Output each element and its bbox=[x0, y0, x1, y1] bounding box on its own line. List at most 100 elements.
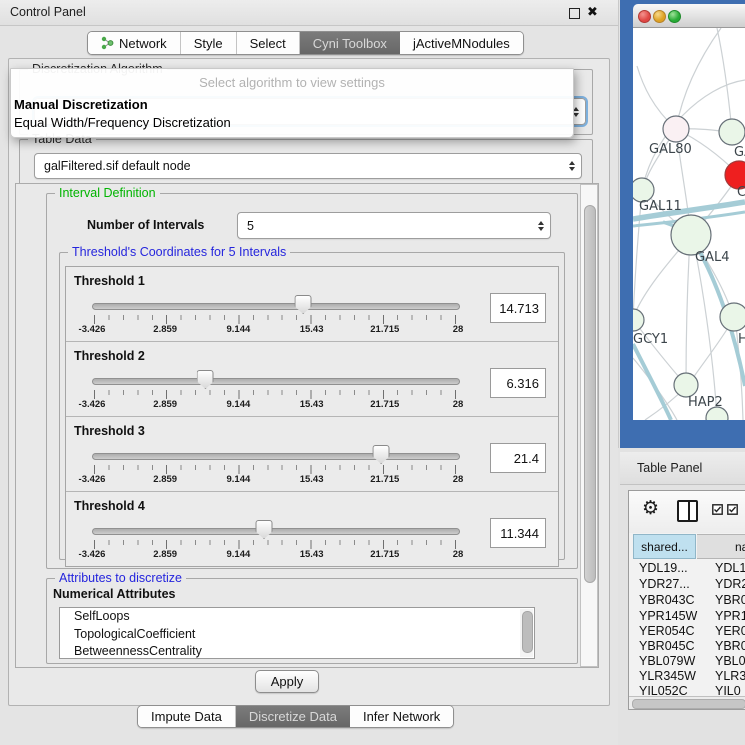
cell[interactable]: YDL1 bbox=[715, 561, 745, 575]
list-item[interactable]: BetweennessCentrality bbox=[60, 643, 534, 659]
group-label: Threshold's Coordinates for 5 Intervals bbox=[68, 245, 290, 259]
slider-thumb[interactable] bbox=[197, 370, 214, 389]
tab-infer-network[interactable]: Infer Network bbox=[350, 706, 453, 727]
cell[interactable]: YIL052C bbox=[639, 684, 688, 695]
table-row[interactable]: YDR27... YDR2 bbox=[633, 577, 745, 593]
apply-button[interactable]: Apply bbox=[255, 670, 319, 693]
cell[interactable]: YLR345W bbox=[639, 669, 696, 683]
table-row[interactable]: YDL19... YDL1 bbox=[633, 561, 745, 577]
checkbox-icon[interactable] bbox=[712, 504, 723, 515]
cell[interactable]: YPR145W bbox=[639, 609, 697, 623]
algorithm-dropdown-popup: Select algorithm to view settings Manual… bbox=[10, 68, 574, 138]
num-intervals-combobox[interactable]: 5 bbox=[237, 212, 551, 239]
threshold-value-field[interactable]: 11.344 bbox=[490, 518, 546, 548]
list-item[interactable]: SelfLoops bbox=[60, 608, 534, 626]
tab-style[interactable]: Style bbox=[181, 32, 237, 54]
table-row[interactable]: YBL079W YBL0 bbox=[633, 654, 745, 670]
slider-major-ticks bbox=[94, 390, 456, 399]
cell[interactable]: YDR2 bbox=[715, 577, 745, 591]
node-label: GAL11 bbox=[639, 199, 682, 214]
list-item[interactable]: TopologicalCoefficient bbox=[60, 626, 534, 644]
network-window-titlebar[interactable] bbox=[633, 4, 745, 28]
cell[interactable]: YDR27... bbox=[639, 577, 690, 591]
tab-discretize-data[interactable]: Discretize Data bbox=[236, 706, 350, 727]
cell[interactable]: YBR045C bbox=[639, 639, 695, 653]
cell[interactable]: YLR3 bbox=[715, 669, 745, 683]
dropdown-item-placeholder[interactable]: Select algorithm to view settings bbox=[11, 69, 573, 96]
scrollbar-thumb[interactable] bbox=[584, 205, 596, 583]
tab-cyni-toolbox[interactable]: Cyni Toolbox bbox=[300, 32, 400, 54]
slider-thumb[interactable] bbox=[256, 520, 273, 539]
tab-select[interactable]: Select bbox=[237, 32, 300, 54]
cell[interactable]: YIL0 bbox=[715, 684, 741, 695]
slider-thumb[interactable] bbox=[373, 445, 390, 464]
cell[interactable]: YDL19... bbox=[639, 561, 688, 575]
table-row[interactable]: YER054C YER0 bbox=[633, 624, 745, 640]
cell[interactable]: YER054C bbox=[639, 624, 695, 638]
node-gcy1[interactable] bbox=[633, 309, 644, 331]
dropdown-item-equal-width-frequency[interactable]: Equal Width/Frequency Discretization bbox=[11, 114, 573, 132]
threshold-value-field[interactable]: 14.713 bbox=[490, 293, 546, 323]
tab-network[interactable]: Network bbox=[88, 32, 181, 54]
node-hap2[interactable] bbox=[674, 373, 698, 397]
table-row[interactable]: YBR045C YBR0 bbox=[633, 639, 745, 655]
table-row[interactable]: YBR043C YBR0 bbox=[633, 593, 745, 609]
cell[interactable]: YPR1 bbox=[715, 609, 745, 623]
column-header-name[interactable]: na bbox=[697, 534, 745, 559]
float-window-icon[interactable] bbox=[569, 8, 580, 19]
cell[interactable]: YER0 bbox=[715, 624, 745, 638]
threshold-slider[interactable]: -3.426 2.859 9.144 15.43 21.715 28 bbox=[92, 518, 458, 562]
checkbox-icon[interactable] bbox=[727, 504, 738, 515]
tick-label: 2.859 bbox=[153, 399, 177, 410]
threshold-slider[interactable]: -3.426 2.859 9.144 15.43 21.715 28 bbox=[92, 368, 458, 412]
tick-label: 9.144 bbox=[227, 549, 251, 560]
node-label: HAP2 bbox=[688, 395, 723, 410]
cell[interactable]: YBL0 bbox=[715, 654, 745, 668]
slider-thumb[interactable] bbox=[295, 295, 312, 314]
thresholds-container: Threshold 1 -3.426 2.859 9.144 bbox=[65, 266, 559, 567]
window-title: Control Panel bbox=[10, 5, 86, 19]
list-scrollbar[interactable] bbox=[520, 609, 533, 657]
cell[interactable]: YBR043C bbox=[639, 593, 695, 607]
zoom-traffic-light[interactable] bbox=[668, 10, 681, 23]
numerical-attributes-label: Numerical Attributes bbox=[53, 587, 175, 601]
network-canvas[interactable]: GAL80 GA C GAL11 GAL4 GCY1 H HAP2 bbox=[633, 28, 745, 420]
cyni-bottom-tabs: Impute Data Discretize Data Infer Networ… bbox=[137, 705, 454, 728]
cell[interactable]: YBR0 bbox=[715, 639, 745, 653]
dropdown-item-manual-discretization[interactable]: Manual Discretization bbox=[11, 96, 573, 114]
column-header-shared-name[interactable]: shared... bbox=[633, 534, 696, 559]
slider-track[interactable] bbox=[92, 378, 460, 385]
table-row[interactable]: YLR345W YLR3 bbox=[633, 669, 745, 685]
cell[interactable]: YBL079W bbox=[639, 654, 695, 668]
threshold-value-field[interactable]: 6.316 bbox=[490, 368, 546, 398]
slider-track[interactable] bbox=[92, 528, 460, 535]
close-traffic-light[interactable] bbox=[638, 10, 651, 23]
tab-jactivemnodules[interactable]: jActiveMNodules bbox=[400, 32, 523, 54]
thresholds-group: Threshold's Coordinates for 5 Intervals … bbox=[59, 252, 565, 560]
network-view-window[interactable]: GAL80 GA C GAL11 GAL4 GCY1 H HAP2 bbox=[633, 4, 745, 420]
table-data-combobox[interactable]: galFiltered.sif default node bbox=[34, 153, 582, 179]
table-horizontal-scrollbar[interactable] bbox=[629, 696, 745, 709]
numerical-attributes-list[interactable]: SelfLoops TopologicalCoefficient Between… bbox=[59, 607, 535, 659]
threshold-slider[interactable]: -3.426 2.859 9.144 15.43 21.715 28 bbox=[92, 293, 458, 337]
column-selector-icon[interactable] bbox=[677, 500, 698, 522]
node-gal80[interactable] bbox=[663, 116, 689, 142]
close-icon[interactable]: ✖ bbox=[587, 4, 598, 20]
slider-track[interactable] bbox=[92, 453, 460, 460]
control-panel-titlebar: Control Panel ✖ bbox=[0, 0, 618, 26]
tab-impute-data[interactable]: Impute Data bbox=[138, 706, 236, 727]
threshold-value-field[interactable]: 21.4 bbox=[490, 443, 546, 473]
table-row[interactable]: YPR145W YPR1 bbox=[633, 609, 745, 625]
gear-icon[interactable]: ⚙ bbox=[642, 497, 659, 520]
node-gal4[interactable] bbox=[671, 215, 711, 255]
table-row[interactable]: YIL052C YIL0 bbox=[633, 684, 745, 695]
slider-track[interactable] bbox=[92, 303, 460, 310]
node-right-low[interactable] bbox=[720, 303, 745, 331]
num-intervals-label: Number of Intervals bbox=[87, 218, 204, 232]
node-top-right[interactable] bbox=[719, 119, 745, 145]
cell[interactable]: YBR0 bbox=[715, 593, 745, 607]
minimize-traffic-light[interactable] bbox=[653, 10, 666, 23]
panel-scrollbar[interactable] bbox=[580, 184, 598, 667]
threshold-slider[interactable]: -3.426 2.859 9.144 15.43 21.715 28 bbox=[92, 443, 458, 487]
scrollbar-thumb[interactable] bbox=[632, 699, 745, 709]
